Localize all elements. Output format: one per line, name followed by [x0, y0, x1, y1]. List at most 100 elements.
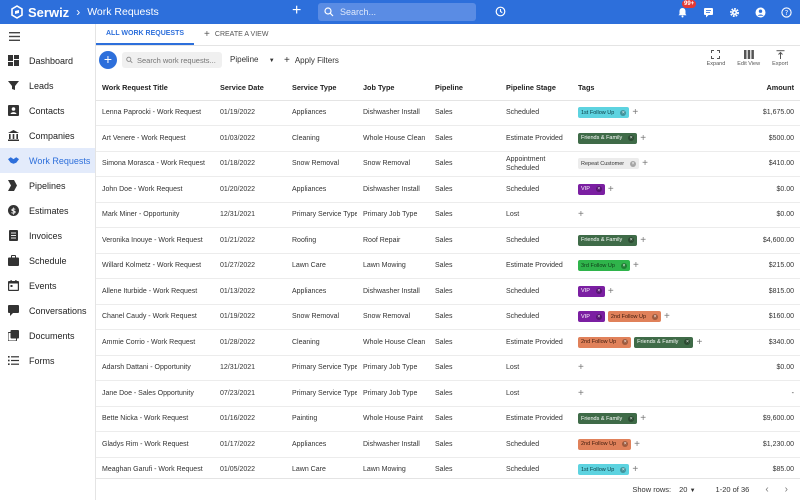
table-row[interactable]: Simona Morasca - Work Request 01/18/2022 S…	[96, 151, 800, 177]
tag-chip[interactable]: 1st Follow Up ×	[578, 464, 630, 475]
remove-tag-icon[interactable]: ×	[595, 313, 602, 320]
table-row[interactable]: Art Venere - Work Request 01/03/2022 Clean…	[96, 125, 800, 152]
sidebar-item-schedule[interactable]: Schedule	[0, 248, 95, 273]
rows-per-page-select[interactable]: 20 ▼	[679, 485, 695, 494]
history-icon[interactable]	[495, 6, 506, 17]
remove-tag-icon[interactable]: ×	[652, 313, 659, 320]
column-header-job-type[interactable]: Job Type	[357, 75, 429, 101]
column-header-pipeline-stage[interactable]: Pipeline Stage	[500, 75, 572, 101]
sidebar-item-estimates[interactable]: $ Estimates	[0, 198, 95, 223]
table-row[interactable]: Veronika Inouye - Work Request 01/21/2022…	[96, 227, 800, 254]
add-tag-icon[interactable]: +	[632, 464, 638, 475]
tag-chip[interactable]: 2nd Follow Up ×	[578, 438, 632, 450]
tag-chip[interactable]: VIP ×	[578, 311, 605, 323]
sidebar-item-leads[interactable]: Leads	[0, 73, 95, 98]
expand-button[interactable]: Expand	[707, 50, 725, 67]
add-work-request-button[interactable]: +	[99, 51, 117, 69]
add-tag-icon[interactable]: +	[633, 260, 639, 271]
sidebar-item-forms[interactable]: Forms	[0, 348, 95, 373]
cell-title[interactable]: Ammie Corrio - Work Request	[96, 329, 214, 356]
cell-title[interactable]: Adarsh Dattani - Opportunity	[96, 355, 214, 381]
sidebar-item-work-requests[interactable]: Work Requests	[0, 148, 95, 173]
cell-title[interactable]: Veronika Inouye - Work Request	[96, 227, 214, 254]
table-row[interactable]: Willard Kolmetz - Work Request 01/27/2022…	[96, 253, 800, 279]
column-header-tags[interactable]: Tags	[572, 75, 724, 101]
table-row[interactable]: Chanel Caudy - Work Request 01/19/2022 Sno…	[96, 304, 800, 330]
table-row[interactable]: Jane Doe - Sales Opportunity 07/23/2021 Pr…	[96, 380, 800, 407]
table-row[interactable]: Allene Iturbide - Work Request 01/13/2022…	[96, 278, 800, 305]
remove-tag-icon[interactable]: ×	[595, 186, 602, 193]
sidebar-item-invoices[interactable]: Invoices	[0, 223, 95, 248]
work-request-search-input[interactable]	[137, 55, 222, 65]
add-tag-icon[interactable]: +	[664, 311, 670, 322]
table-row[interactable]: Bette Nicka - Work Request 01/16/2022 Pain…	[96, 406, 800, 432]
sidebar-item-contacts[interactable]: Contacts	[0, 98, 95, 123]
table-row[interactable]: Ammie Corrio - Work Request 01/28/2022 Cle…	[96, 329, 800, 356]
remove-tag-icon[interactable]: ×	[628, 135, 635, 142]
sidebar-item-dashboard[interactable]: Dashboard	[0, 48, 95, 73]
add-tag-icon[interactable]: +	[608, 286, 614, 297]
table-row[interactable]: Adarsh Dattani - Opportunity 12/31/2021 Pr…	[96, 355, 800, 381]
cell-title[interactable]: Willard Kolmetz - Work Request	[96, 253, 214, 279]
cell-title[interactable]: Simona Morasca - Work Request	[96, 151, 214, 177]
sidebar-item-documents[interactable]: Documents	[0, 323, 95, 348]
cell-title[interactable]: Chanel Caudy - Work Request	[96, 304, 214, 330]
cell-title[interactable]: John Doe - Work Request	[96, 176, 214, 203]
help-icon[interactable]: ?	[780, 6, 792, 18]
tag-chip[interactable]: Friends & Family ×	[578, 413, 638, 425]
work-request-search[interactable]	[122, 52, 222, 68]
tag-chip[interactable]: VIP ×	[578, 183, 605, 195]
account-icon[interactable]	[754, 6, 766, 18]
edit-view-button[interactable]: Edit View	[737, 50, 760, 67]
add-tag-icon[interactable]: +	[634, 439, 640, 450]
cell-title[interactable]: Lenna Paprocki - Work Request	[96, 100, 214, 126]
remove-tag-icon[interactable]: ×	[622, 441, 629, 448]
add-tag-icon[interactable]: +	[640, 413, 646, 424]
export-button[interactable]: Export	[772, 50, 788, 67]
tag-chip[interactable]: 3rd Follow Up ×	[578, 260, 630, 272]
add-tag-icon[interactable]: +	[608, 184, 614, 195]
add-tag-icon[interactable]: +	[632, 107, 638, 118]
remove-tag-icon[interactable]: ×	[620, 466, 627, 473]
tag-chip[interactable]: 2nd Follow Up ×	[607, 311, 662, 323]
column-header-title[interactable]: Work Request Title	[96, 75, 214, 101]
gear-icon[interactable]	[728, 6, 740, 18]
apply-filters-button[interactable]: + Apply Filters	[284, 55, 339, 66]
cell-title[interactable]: Gladys Rim - Work Request	[96, 431, 214, 458]
remove-tag-icon[interactable]: ×	[622, 339, 629, 346]
remove-tag-icon[interactable]: ×	[684, 339, 691, 346]
remove-tag-icon[interactable]: ×	[595, 288, 602, 295]
chat-bubble-icon[interactable]	[702, 6, 714, 18]
remove-tag-icon[interactable]: ×	[620, 262, 627, 269]
sidebar-item-events[interactable]: Events	[0, 273, 95, 298]
tag-chip[interactable]: Repeat Customer ×	[578, 158, 640, 170]
add-icon[interactable]: +	[292, 3, 301, 19]
table-row[interactable]: Meaghan Garufi - Work Request 01/05/2022 L…	[96, 457, 800, 475]
tag-chip[interactable]: Friends & Family ×	[578, 132, 638, 144]
pipeline-dropdown[interactable]: Pipeline ▼	[230, 55, 275, 64]
add-tag-icon[interactable]: +	[578, 362, 584, 373]
sidebar-item-pipelines[interactable]: Pipelines	[0, 173, 95, 198]
cell-title[interactable]: Bette Nicka - Work Request	[96, 406, 214, 432]
table-row[interactable]: Lenna Paprocki - Work Request 01/19/2022 A…	[96, 100, 800, 126]
add-tag-icon[interactable]: +	[640, 235, 646, 246]
prev-page-icon[interactable]: ‹	[765, 484, 768, 495]
brand-name[interactable]: Serwiz	[28, 5, 69, 20]
tag-chip[interactable]: 2nd Follow Up ×	[578, 336, 632, 348]
global-search[interactable]	[318, 3, 476, 21]
remove-tag-icon[interactable]: ×	[620, 109, 627, 116]
tag-chip[interactable]: VIP ×	[578, 285, 605, 297]
cell-title[interactable]: Allene Iturbide - Work Request	[96, 278, 214, 305]
bell-icon[interactable]: 99+	[676, 0, 697, 18]
tab-all-work-requests[interactable]: ALL WORK REQUESTS	[96, 23, 195, 45]
cell-title[interactable]: Art Venere - Work Request	[96, 125, 214, 152]
column-header-amount[interactable]: Amount	[724, 75, 800, 101]
remove-tag-icon[interactable]: ×	[628, 415, 635, 422]
cell-title[interactable]: Jane Doe - Sales Opportunity	[96, 380, 214, 407]
cell-title[interactable]: Mark Miner - Opportunity	[96, 202, 214, 228]
add-tag-icon[interactable]: +	[696, 337, 702, 348]
column-header-pipeline[interactable]: Pipeline	[429, 75, 500, 101]
tab-create-view[interactable]: + CREATE A VIEW	[194, 23, 278, 45]
cell-title[interactable]: Meaghan Garufi - Work Request	[96, 457, 214, 475]
remove-tag-icon[interactable]: ×	[628, 237, 635, 244]
